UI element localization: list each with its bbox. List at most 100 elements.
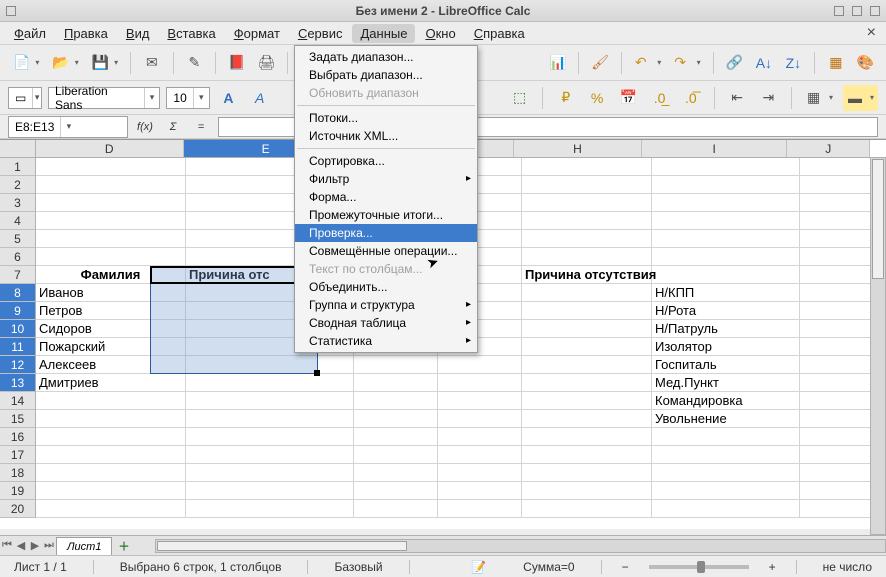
cell-H1[interactable] [522, 158, 652, 176]
bg-color-button[interactable]: ▬ [843, 85, 878, 111]
row-header-14[interactable]: 14 [0, 392, 36, 410]
cell-D17[interactable] [36, 446, 186, 464]
menu-item--[interactable]: Форма... [295, 188, 477, 206]
horizontal-scrollbar[interactable] [155, 539, 886, 553]
cell-I6[interactable] [652, 248, 800, 266]
cell-H9[interactable] [522, 302, 652, 320]
menu-tools[interactable]: Сервис [290, 24, 351, 43]
cell-F16[interactable] [354, 428, 438, 446]
cell-E18[interactable] [186, 464, 354, 482]
menu-help[interactable]: Справка [466, 24, 533, 43]
menu-item--[interactable]: Объединить... [295, 278, 477, 296]
fill-handle[interactable] [314, 370, 320, 376]
cell-E17[interactable] [186, 446, 354, 464]
cell-G18[interactable] [438, 464, 522, 482]
cell-I14[interactable]: Командировка [652, 392, 800, 410]
row-header-17[interactable]: 17 [0, 446, 36, 464]
sum-button[interactable]: Σ [162, 117, 184, 137]
add-decimal-button[interactable]: .0̲ [647, 85, 672, 111]
row-headers[interactable]: 1234567891011121314151617181920 [0, 158, 36, 518]
cell-H17[interactable] [522, 446, 652, 464]
cell-F13[interactable] [354, 374, 438, 392]
cell-D16[interactable] [36, 428, 186, 446]
sheet-nav-prev[interactable]: ◀ [14, 539, 28, 552]
row-header-18[interactable]: 18 [0, 464, 36, 482]
menu-view[interactable]: Вид [118, 24, 158, 43]
row-header-1[interactable]: 1 [0, 158, 36, 176]
cell-E19[interactable] [186, 482, 354, 500]
cell-I3[interactable] [652, 194, 800, 212]
menu-item--[interactable]: Потоки... [295, 109, 477, 127]
sort-asc-button[interactable]: A↓ [751, 50, 777, 76]
menu-edit[interactable]: Правка [56, 24, 116, 43]
cell-H7[interactable]: Причина отсутствия [522, 266, 652, 284]
cell-G17[interactable] [438, 446, 522, 464]
cell-H13[interactable] [522, 374, 652, 392]
signature-label[interactable]: 📝 [465, 560, 492, 574]
cell-F20[interactable] [354, 500, 438, 518]
menu-item--[interactable]: Задать диапазон... [295, 48, 477, 66]
menu-item--[interactable]: Промежуточные итоги... [295, 206, 477, 224]
cell-D18[interactable] [36, 464, 186, 482]
select-all-corner[interactable] [0, 140, 36, 158]
vscroll-thumb[interactable] [872, 159, 884, 279]
zoom-slider[interactable] [649, 565, 749, 569]
cell-D1[interactable] [36, 158, 186, 176]
cell-I1[interactable] [652, 158, 800, 176]
menu-item--[interactable]: Совмещённые операции... [295, 242, 477, 260]
row-header-13[interactable]: 13 [0, 374, 36, 392]
col-header-h[interactable]: H [514, 140, 642, 157]
cell-I4[interactable] [652, 212, 800, 230]
page-style-label[interactable]: Базовый [328, 560, 388, 574]
cell-I9[interactable]: Н/Рота [652, 302, 800, 320]
maximize-button[interactable] [852, 6, 862, 16]
merge-cells-button[interactable]: ⬚ [507, 85, 532, 111]
font-name-combo[interactable]: Liberation Sans▾ [48, 87, 160, 109]
cell-G16[interactable] [438, 428, 522, 446]
cell-H12[interactable] [522, 356, 652, 374]
menu-item--[interactable]: Группа и структура [295, 296, 477, 314]
cell-I7[interactable] [652, 266, 800, 284]
sort-desc-button[interactable]: Z↓ [781, 50, 807, 76]
style-selector[interactable]: ▭▾ [8, 87, 42, 109]
increase-indent-button[interactable]: ⇥ [756, 85, 781, 111]
cell-H6[interactable] [522, 248, 652, 266]
cell-D19[interactable] [36, 482, 186, 500]
undo-button[interactable]: ↶ [630, 50, 665, 76]
row-header-11[interactable]: 11 [0, 338, 36, 356]
sum-label[interactable]: Сумма=0 [517, 560, 580, 574]
currency-button[interactable]: ₽ [553, 85, 578, 111]
sheet-tab[interactable]: Лист1 [56, 537, 112, 555]
bold-button[interactable]: A [216, 85, 241, 111]
borders-button[interactable]: ▦ [802, 85, 837, 111]
cell-I13[interactable]: Мед.Пункт [652, 374, 800, 392]
zoom-minus-button[interactable]: − [622, 560, 629, 574]
email-button[interactable]: ✉ [139, 50, 165, 76]
edit-mode-button[interactable]: ✎ [182, 50, 208, 76]
sheet-nav-first[interactable]: ⏮ [0, 539, 14, 552]
chart-button[interactable]: 📊 [545, 50, 571, 76]
cell-H16[interactable] [522, 428, 652, 446]
cell-I10[interactable]: Н/Патруль [652, 320, 800, 338]
minimize-button[interactable] [834, 6, 844, 16]
cell-E16[interactable] [186, 428, 354, 446]
menu-insert[interactable]: Вставка [159, 24, 223, 43]
cell-H11[interactable] [522, 338, 652, 356]
cell-D15[interactable] [36, 410, 186, 428]
cell-H19[interactable] [522, 482, 652, 500]
decrease-indent-button[interactable]: ⇤ [724, 85, 749, 111]
cell-E14[interactable] [186, 392, 354, 410]
menu-item--[interactable]: Сортировка... [295, 152, 477, 170]
row-header-12[interactable]: 12 [0, 356, 36, 374]
number-format-label[interactable]: не число [817, 560, 878, 574]
row-header-9[interactable]: 9 [0, 302, 36, 320]
font-size-combo[interactable]: 10▾ [166, 87, 209, 109]
row-header-4[interactable]: 4 [0, 212, 36, 230]
cell-G19[interactable] [438, 482, 522, 500]
cell-G14[interactable] [438, 392, 522, 410]
cell-F14[interactable] [354, 392, 438, 410]
cell-D20[interactable] [36, 500, 186, 518]
cell-G15[interactable] [438, 410, 522, 428]
insert-mode-label[interactable] [430, 560, 445, 574]
cell-F18[interactable] [354, 464, 438, 482]
